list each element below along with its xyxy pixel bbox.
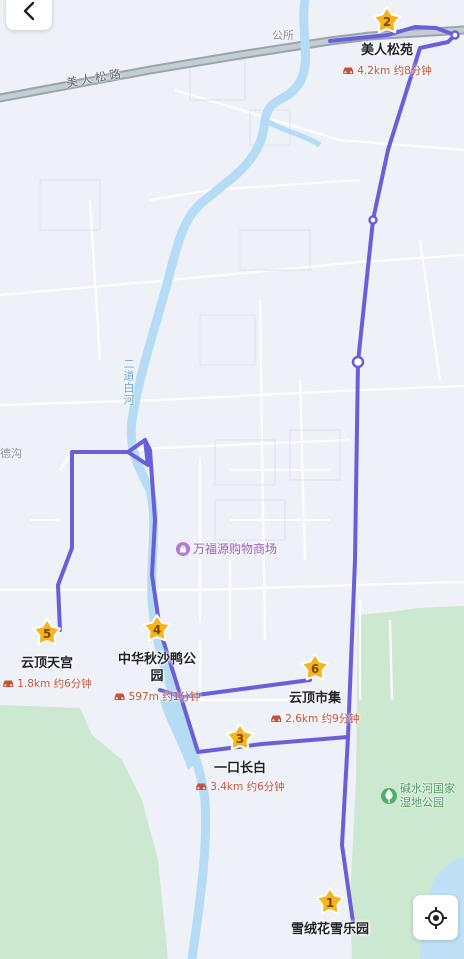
car-icon (271, 715, 282, 722)
place-label-gongsuo: 公所 (272, 29, 294, 42)
poi-park[interactable]: 碱水河国家 湿地公园 (400, 782, 455, 810)
stop-marker-number: 1 (326, 896, 334, 910)
car-icon (114, 693, 125, 700)
poi-park-line1: 碱水河国家 (400, 782, 455, 795)
locate-button[interactable] (413, 895, 458, 940)
poi-mall[interactable]: 万福源购物商场 (176, 540, 277, 557)
stop-4-info: 597m 约1分钟 (114, 689, 201, 704)
stop-6-info: 2.6km 约9分钟 (270, 711, 360, 726)
poi-mall-label: 万福源购物商场 (193, 542, 278, 556)
stop-marker-number: 3 (236, 732, 244, 746)
car-icon (196, 783, 207, 790)
shopping-bag-icon (176, 541, 190, 556)
stop-marker-number: 5 (43, 627, 51, 641)
locate-icon (424, 906, 447, 929)
map-canvas[interactable]: 1 2 3 4 5 6 (0, 0, 464, 959)
back-button[interactable] (6, 0, 52, 30)
stop-marker-number: 4 (153, 623, 161, 637)
stop-4-info-text: 597m 约1分钟 (128, 691, 201, 703)
stop-1-name[interactable]: 雪绒花雪乐园 (291, 921, 369, 938)
stop-marker-number: 6 (311, 662, 319, 676)
stop-5-info: 1.8km 约6分钟 (2, 676, 92, 691)
stop-3-info-text: 3.4km 约6分钟 (210, 781, 285, 793)
car-icon (343, 67, 354, 74)
stop-4-name-line1: 中华秋沙鸭公 (117, 652, 197, 667)
stop-3-name[interactable]: 一口长白 (214, 760, 266, 777)
river-label: 二道白河 (122, 358, 135, 406)
stop-4-name-line2: 园 (150, 669, 164, 684)
stop-2-info: 4.2km 约8分钟 (342, 63, 432, 78)
place-label-left: 德沟 (0, 447, 22, 460)
stop-2-name[interactable]: 美人松苑 (361, 42, 413, 59)
stop-5-info-text: 1.8km 约6分钟 (17, 678, 92, 690)
back-arrow-icon (23, 1, 35, 21)
stop-4-name[interactable]: 中华秋沙鸭公 园 (118, 651, 196, 685)
stop-6-info-text: 2.6km 约9分钟 (285, 713, 360, 725)
poi-park-line2: 湿地公园 (400, 796, 444, 809)
stop-5-name[interactable]: 云顶天宫 (21, 655, 73, 672)
stop-6-name[interactable]: 云顶市集 (289, 690, 341, 707)
stop-2-info-text: 4.2km 约8分钟 (357, 65, 432, 77)
stop-marker-number: 2 (383, 15, 391, 29)
car-icon (3, 680, 14, 687)
stop-3-info: 3.4km 约6分钟 (195, 779, 285, 794)
